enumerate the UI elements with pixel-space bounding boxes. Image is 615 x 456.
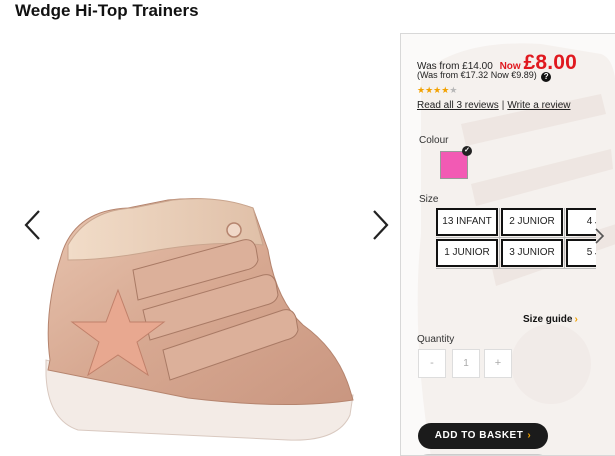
add-to-basket-label: ADD TO BASKET	[434, 430, 524, 441]
chevron-right-icon: ›	[574, 314, 578, 325]
star-filled-icon: ★	[425, 85, 434, 95]
size-option[interactable]: 3 JUNIOR	[499, 237, 565, 269]
add-to-basket-button[interactable]: ADD TO BASKET ›	[418, 423, 548, 449]
product-purchase-panel: Was from £14.00 Now £8.00 (Was from €17.…	[400, 33, 615, 456]
size-options: 13 INFANT 2 JUNIOR 4 JU 1 JUNIOR 3 JUNIO…	[436, 208, 596, 270]
star-filled-icon: ★	[417, 85, 426, 95]
product-image	[45, 198, 354, 441]
colour-label: Colour	[419, 135, 449, 146]
sizes-next-button[interactable]	[593, 227, 605, 245]
size-guide-label: Size guide	[523, 314, 573, 325]
check-icon: ✓	[462, 146, 472, 156]
size-option[interactable]: 1 JUNIOR	[436, 237, 500, 269]
euro-price-row: (Was from €17.32 Now €9.89) ?	[417, 70, 552, 82]
gallery-next-button[interactable]	[367, 208, 393, 242]
chevron-right-icon	[595, 228, 605, 244]
size-label: Size	[419, 194, 439, 205]
size-option[interactable]: 5 JU	[564, 237, 596, 269]
reviews-links: Read all 3 reviews | Write a review	[417, 100, 571, 111]
chevron-right-icon: ›	[527, 430, 532, 441]
size-option[interactable]: 13 INFANT	[436, 208, 500, 238]
star-empty-icon: ★	[449, 85, 458, 95]
write-review-link[interactable]: Write a review	[507, 100, 570, 111]
chevron-right-icon	[373, 210, 389, 240]
star-rating: ★★★★★	[417, 85, 457, 96]
quantity-label: Quantity	[417, 334, 455, 345]
quantity-input[interactable]: 1	[452, 349, 480, 378]
quantity-decrease-button[interactable]: -	[418, 349, 446, 378]
quantity-stepper: - 1 +	[418, 349, 513, 378]
size-guide-link[interactable]: Size guide ›	[523, 314, 578, 325]
product-gallery	[0, 30, 400, 456]
reviews-separator: |	[501, 100, 505, 111]
size-option[interactable]: 4 JU	[564, 208, 596, 238]
help-icon[interactable]: ?	[541, 72, 552, 82]
read-reviews-link[interactable]: Read all 3 reviews	[417, 100, 499, 111]
size-option[interactable]: 2 JUNIOR	[499, 208, 565, 238]
quantity-increase-button[interactable]: +	[484, 349, 512, 378]
euro-price: (Was from €17.32 Now €9.89)	[417, 70, 537, 80]
page-title: Wedge Hi-Top Trainers	[15, 1, 199, 20]
